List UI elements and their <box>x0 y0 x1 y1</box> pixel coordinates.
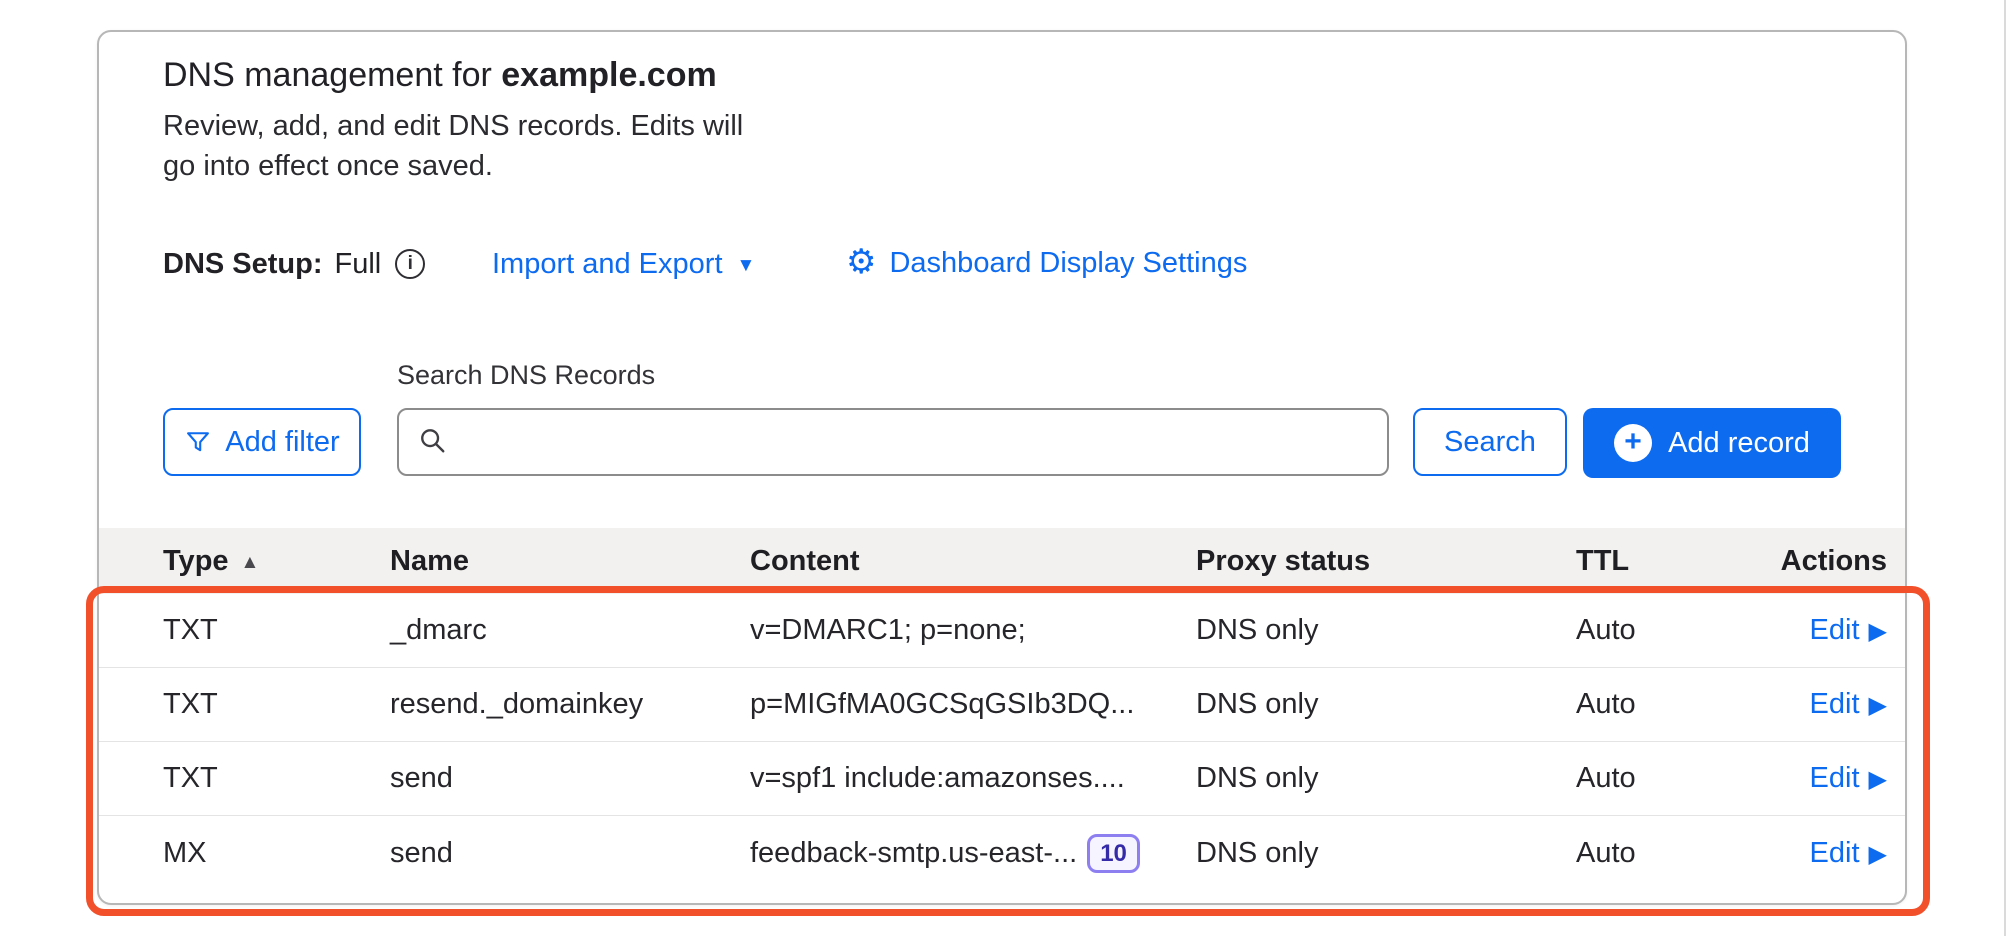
cell-proxy-status: DNS only <box>1196 762 1576 795</box>
cell-proxy-status: DNS only <box>1196 614 1576 647</box>
cell-proxy-status: DNS only <box>1196 837 1576 870</box>
cell-ttl: Auto <box>1576 688 1766 721</box>
import-export-label: Import and Export <box>492 248 723 281</box>
edit-record-link[interactable]: Edit▶ <box>1766 614 1887 647</box>
page-subtitle-line2: go into effect once saved. <box>163 146 743 186</box>
cell-type: MX <box>163 837 390 870</box>
edit-record-link[interactable]: Edit▶ <box>1766 837 1887 870</box>
add-filter-button[interactable]: Add filter <box>163 408 361 476</box>
add-filter-label: Add filter <box>225 426 339 459</box>
search-button-label: Search <box>1444 426 1536 459</box>
dns-setup-label: DNS Setup: <box>163 248 323 281</box>
table-row: TXT send v=spf1 include:amazonses.... DN… <box>99 742 1905 816</box>
column-header-name: Name <box>390 545 750 578</box>
column-header-actions: Actions <box>1766 545 1887 578</box>
gear-icon: ⚙ <box>846 245 876 279</box>
page-title-domain: example.com <box>501 56 716 94</box>
table-row: TXT _dmarc v=DMARC1; p=none; DNS only Au… <box>99 594 1905 668</box>
cell-name: send <box>390 762 750 795</box>
dns-management-card: DNS management for example.com Review, a… <box>97 30 1907 905</box>
cell-content: v=spf1 include:amazonses.... <box>750 762 1196 795</box>
viewport-right-edge <box>2004 0 2006 936</box>
chevron-right-icon: ▶ <box>1869 617 1887 646</box>
sort-ascending-icon: ▲ <box>241 552 260 574</box>
column-header-ttl: TTL <box>1576 545 1766 578</box>
search-button[interactable]: Search <box>1413 408 1567 476</box>
page-subtitle: Review, add, and edit DNS records. Edits… <box>163 106 743 186</box>
chevron-right-icon: ▶ <box>1869 840 1887 869</box>
cell-content: feedback-smtp.us-east-...10 <box>750 834 1196 873</box>
page-title-prefix: DNS management for <box>163 56 501 94</box>
page-subtitle-line1: Review, add, and edit DNS records. Edits… <box>163 106 743 146</box>
add-record-label: Add record <box>1668 427 1810 460</box>
cell-proxy-status: DNS only <box>1196 688 1576 721</box>
plus-icon: + <box>1614 424 1652 462</box>
column-header-content: Content <box>750 545 1196 578</box>
table-row: TXT resend._domainkey p=MIGfMA0GCSqGSIb3… <box>99 668 1905 742</box>
column-header-proxy-status: Proxy status <box>1196 545 1576 578</box>
search-icon <box>417 425 447 460</box>
chevron-right-icon: ▶ <box>1869 691 1887 720</box>
cell-name: _dmarc <box>390 614 750 647</box>
table-row: MX send feedback-smtp.us-east-...10 DNS … <box>99 816 1905 890</box>
cell-type: TXT <box>163 614 390 647</box>
cell-name: resend._domainkey <box>390 688 750 721</box>
dns-setup-value: Full <box>335 248 382 281</box>
cell-ttl: Auto <box>1576 614 1766 647</box>
cell-name: send <box>390 837 750 870</box>
table-header: Type▲ Name Content Proxy status TTL Acti… <box>99 528 1905 594</box>
cell-content: p=MIGfMA0GCSqGSIb3DQ... <box>750 688 1196 721</box>
search-field-label: Search DNS Records <box>397 360 655 391</box>
import-export-dropdown[interactable]: Import and Export ▼ <box>492 242 755 286</box>
dns-setup-row: DNS Setup: Full i <box>163 242 425 286</box>
dashboard-display-settings-label: Dashboard Display Settings <box>889 247 1247 280</box>
dns-management-page: DNS management for example.com Review, a… <box>0 0 2012 936</box>
cell-ttl: Auto <box>1576 837 1766 870</box>
chevron-down-icon: ▼ <box>737 255 756 277</box>
edit-record-link[interactable]: Edit▶ <box>1766 688 1887 721</box>
page-title: DNS management for example.com <box>163 54 717 96</box>
dns-records-table: TXT _dmarc v=DMARC1; p=none; DNS only Au… <box>99 594 1905 890</box>
cell-ttl: Auto <box>1576 762 1766 795</box>
filter-funnel-icon <box>184 428 212 456</box>
info-icon[interactable]: i <box>395 249 425 279</box>
edit-record-link[interactable]: Edit▶ <box>1766 762 1887 795</box>
priority-badge: 10 <box>1087 834 1140 873</box>
cell-type: TXT <box>163 762 390 795</box>
search-box <box>397 408 1389 476</box>
dashboard-display-settings-link[interactable]: ⚙ Dashboard Display Settings <box>846 240 1247 286</box>
cell-type: TXT <box>163 688 390 721</box>
chevron-right-icon: ▶ <box>1869 765 1887 794</box>
column-header-type[interactable]: Type▲ <box>163 545 390 578</box>
search-input[interactable] <box>459 426 1369 458</box>
add-record-button[interactable]: + Add record <box>1583 408 1841 478</box>
cell-content: v=DMARC1; p=none; <box>750 614 1196 647</box>
